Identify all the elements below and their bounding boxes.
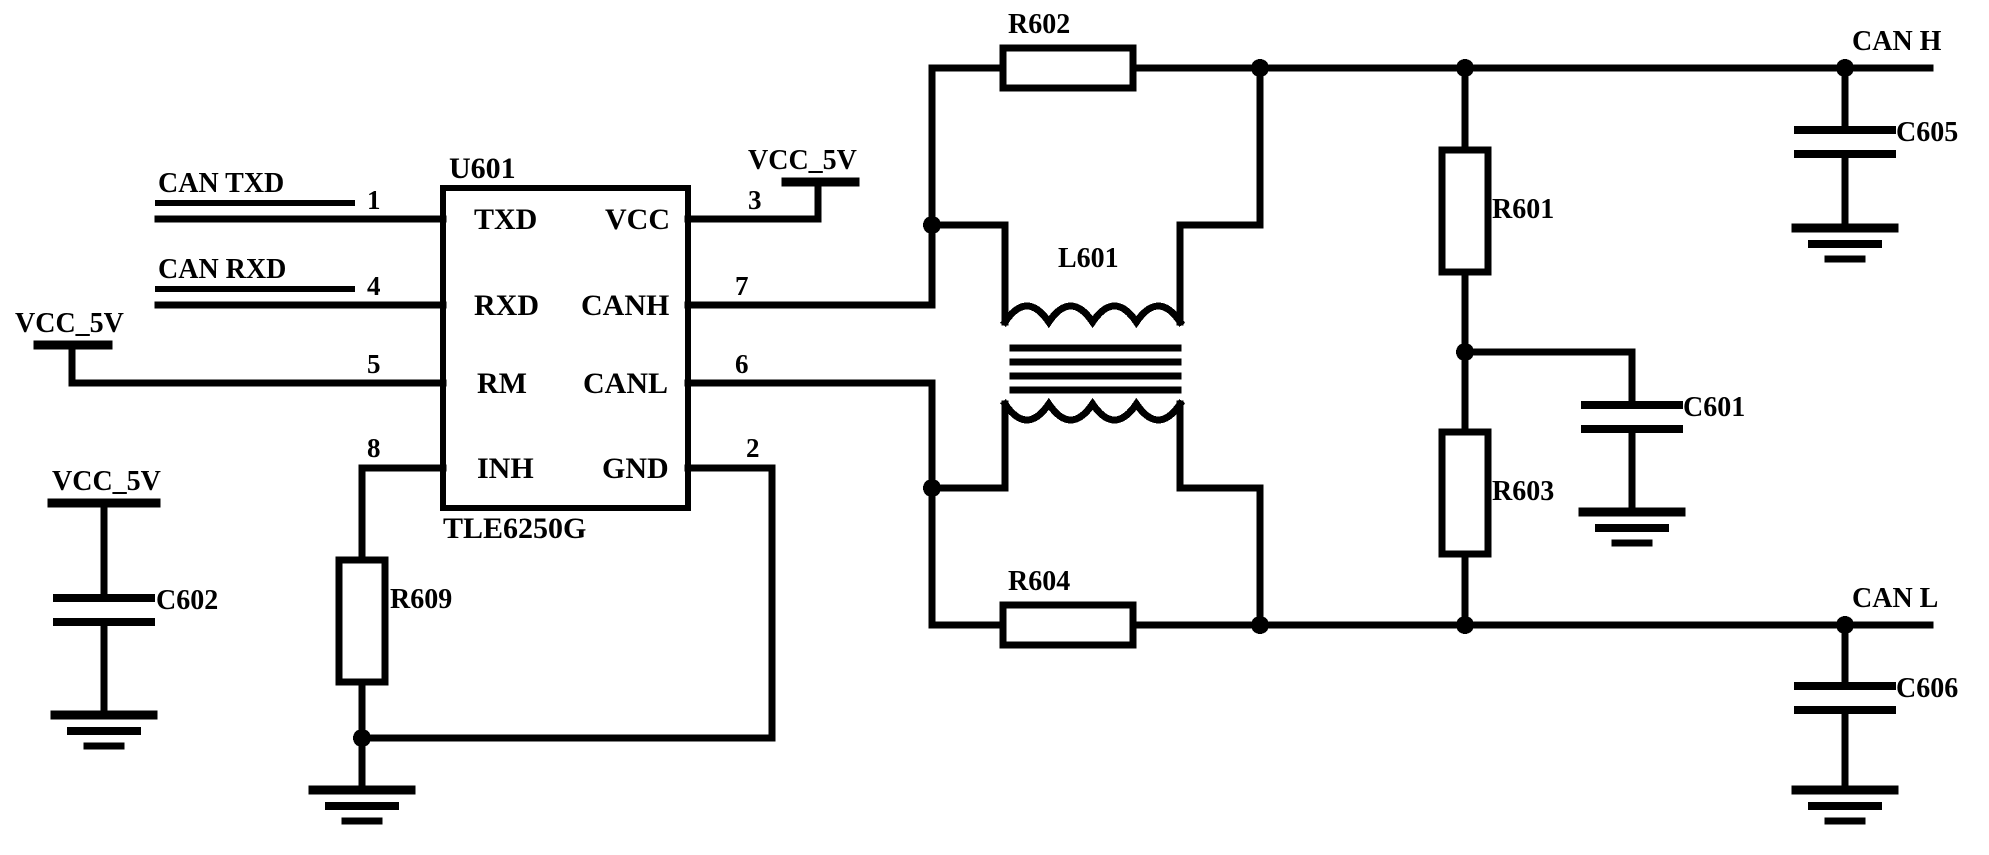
component-label-r609: R609 xyxy=(390,584,453,615)
component-label-c602: C602 xyxy=(156,585,219,616)
pin-number-7: 7 xyxy=(735,271,749,301)
ic-pin-label-vcc: VCC xyxy=(605,203,670,236)
ic-pin-label-canh: CANH xyxy=(581,289,670,322)
component-label-l601: L601 xyxy=(1058,243,1119,274)
resistor-r604-body xyxy=(999,601,1137,649)
pin-number-4: 4 xyxy=(367,271,381,301)
pin-number-1: 1 xyxy=(367,185,381,215)
junction-dot xyxy=(1456,616,1474,634)
net-label-can-h: CAN H xyxy=(1852,26,1942,57)
junction-dot xyxy=(923,479,941,497)
component-label-c606: C606 xyxy=(1896,673,1959,704)
power-label-vcc5v-left: VCC_5V xyxy=(15,308,124,339)
component-label-r603: R603 xyxy=(1492,476,1555,507)
schematic-canvas: U601 TLE6250G TXD RXD RM INH VCC CANH CA… xyxy=(0,0,1989,855)
component-label-r604: R604 xyxy=(1008,566,1071,597)
junction-dot xyxy=(1836,616,1854,634)
net-label-can-txd: CAN TXD xyxy=(158,168,285,199)
inductor-l601-winding-upper xyxy=(1000,302,1186,329)
junction-dot xyxy=(1456,343,1474,361)
junction-dot xyxy=(1456,59,1474,77)
resistor-r609-body xyxy=(335,556,389,686)
junction-dot xyxy=(1836,59,1854,77)
resistor-r603-body xyxy=(1438,428,1492,558)
component-label-c601: C601 xyxy=(1683,392,1746,423)
ic-pin-label-rm: RM xyxy=(477,367,527,400)
pin-number-8: 8 xyxy=(367,433,381,463)
resistor-r602-body xyxy=(999,44,1137,92)
pin-number-6: 6 xyxy=(735,349,749,379)
ic-pin-label-canl: CANL xyxy=(583,367,669,400)
ic-pin-label-inh: INH xyxy=(477,452,534,485)
component-label-c605: C605 xyxy=(1896,117,1959,148)
component-label-r601: R601 xyxy=(1492,194,1555,225)
junction-dot xyxy=(923,216,941,234)
net-label-can-l: CAN L xyxy=(1852,583,1939,614)
junction-dot xyxy=(1251,59,1269,77)
ic-pin-label-txd: TXD xyxy=(474,203,538,236)
junction-dot xyxy=(353,729,371,747)
junction-dot xyxy=(1251,616,1269,634)
pin-number-2: 2 xyxy=(746,433,760,463)
net-label-can-rxd: CAN RXD xyxy=(158,254,287,285)
ic-pin-label-gnd: GND xyxy=(602,452,669,485)
schematic-drawing xyxy=(33,44,1934,825)
power-label-vcc5v-bottom: VCC_5V xyxy=(52,466,161,497)
resistor-r601-body xyxy=(1438,146,1492,276)
ic-refdes-u601: U601 xyxy=(449,152,516,185)
power-label-vcc5v-top: VCC_5V xyxy=(748,145,857,176)
ic-part-number: TLE6250G xyxy=(443,512,587,545)
ic-pin-label-rxd: RXD xyxy=(474,289,539,322)
component-label-r602: R602 xyxy=(1008,9,1071,40)
pin-number-3: 3 xyxy=(748,185,762,215)
pin-number-5: 5 xyxy=(367,349,381,379)
inductor-l601-winding-lower xyxy=(1000,397,1186,424)
